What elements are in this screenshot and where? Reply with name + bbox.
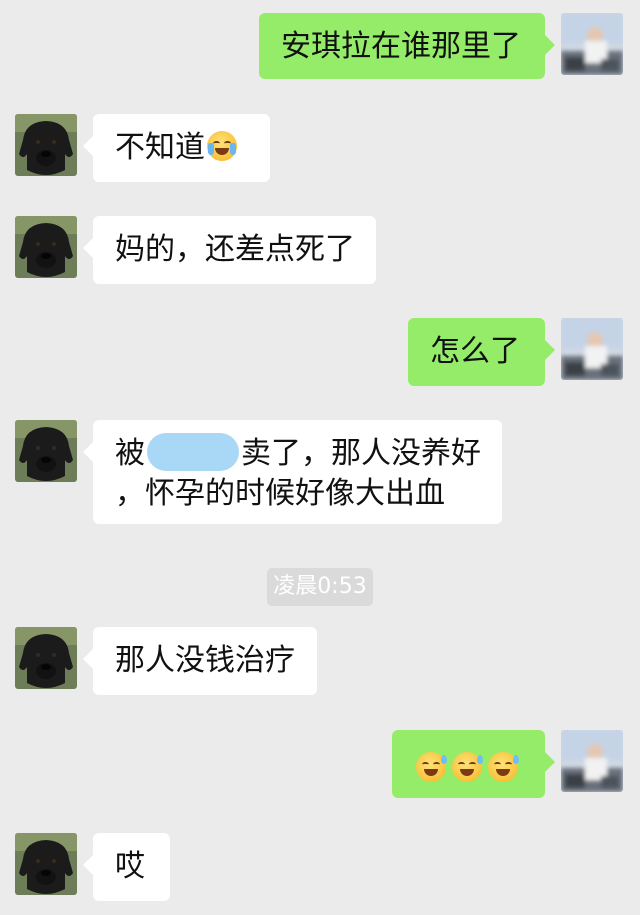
grinning-squinting-sweat-face-icon	[452, 752, 483, 782]
contact-avatar[interactable]	[15, 627, 77, 689]
black-dog-avatar-icon	[15, 420, 77, 482]
self-avatar[interactable]	[561, 13, 623, 75]
message-bubble-incoming[interactable]: 那人没钱治疗	[83, 627, 317, 695]
message-bubble-outgoing[interactable]	[392, 730, 555, 798]
message-text: 那人没钱治疗	[115, 643, 295, 678]
blurred-user-avatar-icon	[561, 730, 623, 792]
message-bubble-incoming[interactable]: 被 卖了，那人没养好 ，怀孕的时候好像大出血	[83, 420, 502, 524]
message-bubble-outgoing[interactable]: 安琪拉在谁那里了	[259, 13, 555, 79]
blurred-user-avatar-icon	[561, 13, 623, 75]
message-line-2: ，怀孕的时候好像大出血	[115, 476, 445, 511]
message-text: 安琪拉在谁那里了	[281, 29, 521, 64]
chat-view: 安琪拉在谁那里了 不知道 妈的，还差点死了 怎么了 被 卖了，那人没养好 ，怀孕…	[0, 0, 640, 915]
contact-avatar[interactable]	[15, 216, 77, 278]
self-avatar[interactable]	[561, 318, 623, 380]
self-avatar[interactable]	[561, 730, 623, 792]
grinning-squinting-sweat-face-icon	[416, 752, 447, 782]
loudly-crying-face-icon	[207, 131, 237, 161]
message-bubble-incoming[interactable]: 不知道	[83, 114, 270, 182]
message-text: 怎么了	[430, 334, 520, 369]
black-dog-avatar-icon	[15, 216, 77, 278]
message-bubble-outgoing[interactable]: 怎么了	[408, 318, 555, 386]
message-bubble-incoming[interactable]: 哎	[83, 833, 170, 901]
message-text: 不知道	[115, 130, 205, 165]
black-dog-avatar-icon	[15, 114, 77, 176]
black-dog-avatar-icon	[15, 627, 77, 689]
contact-avatar[interactable]	[15, 114, 77, 176]
message-text: 卖了，那人没养好	[241, 436, 481, 471]
message-line-1: 被 卖了，那人没养好	[115, 433, 481, 474]
black-dog-avatar-icon	[15, 833, 77, 895]
contact-avatar[interactable]	[15, 420, 77, 482]
redacted-name-mark	[147, 433, 239, 471]
message-text: 哎	[115, 849, 145, 884]
grinning-squinting-sweat-face-icon	[488, 752, 519, 782]
contact-avatar[interactable]	[15, 833, 77, 895]
timestamp: 凌晨0:53	[267, 568, 373, 606]
message-text: 妈的，还差点死了	[115, 232, 355, 267]
message-text: 被	[115, 436, 145, 471]
message-bubble-incoming[interactable]: 妈的，还差点死了	[83, 216, 376, 284]
blurred-user-avatar-icon	[561, 318, 623, 380]
